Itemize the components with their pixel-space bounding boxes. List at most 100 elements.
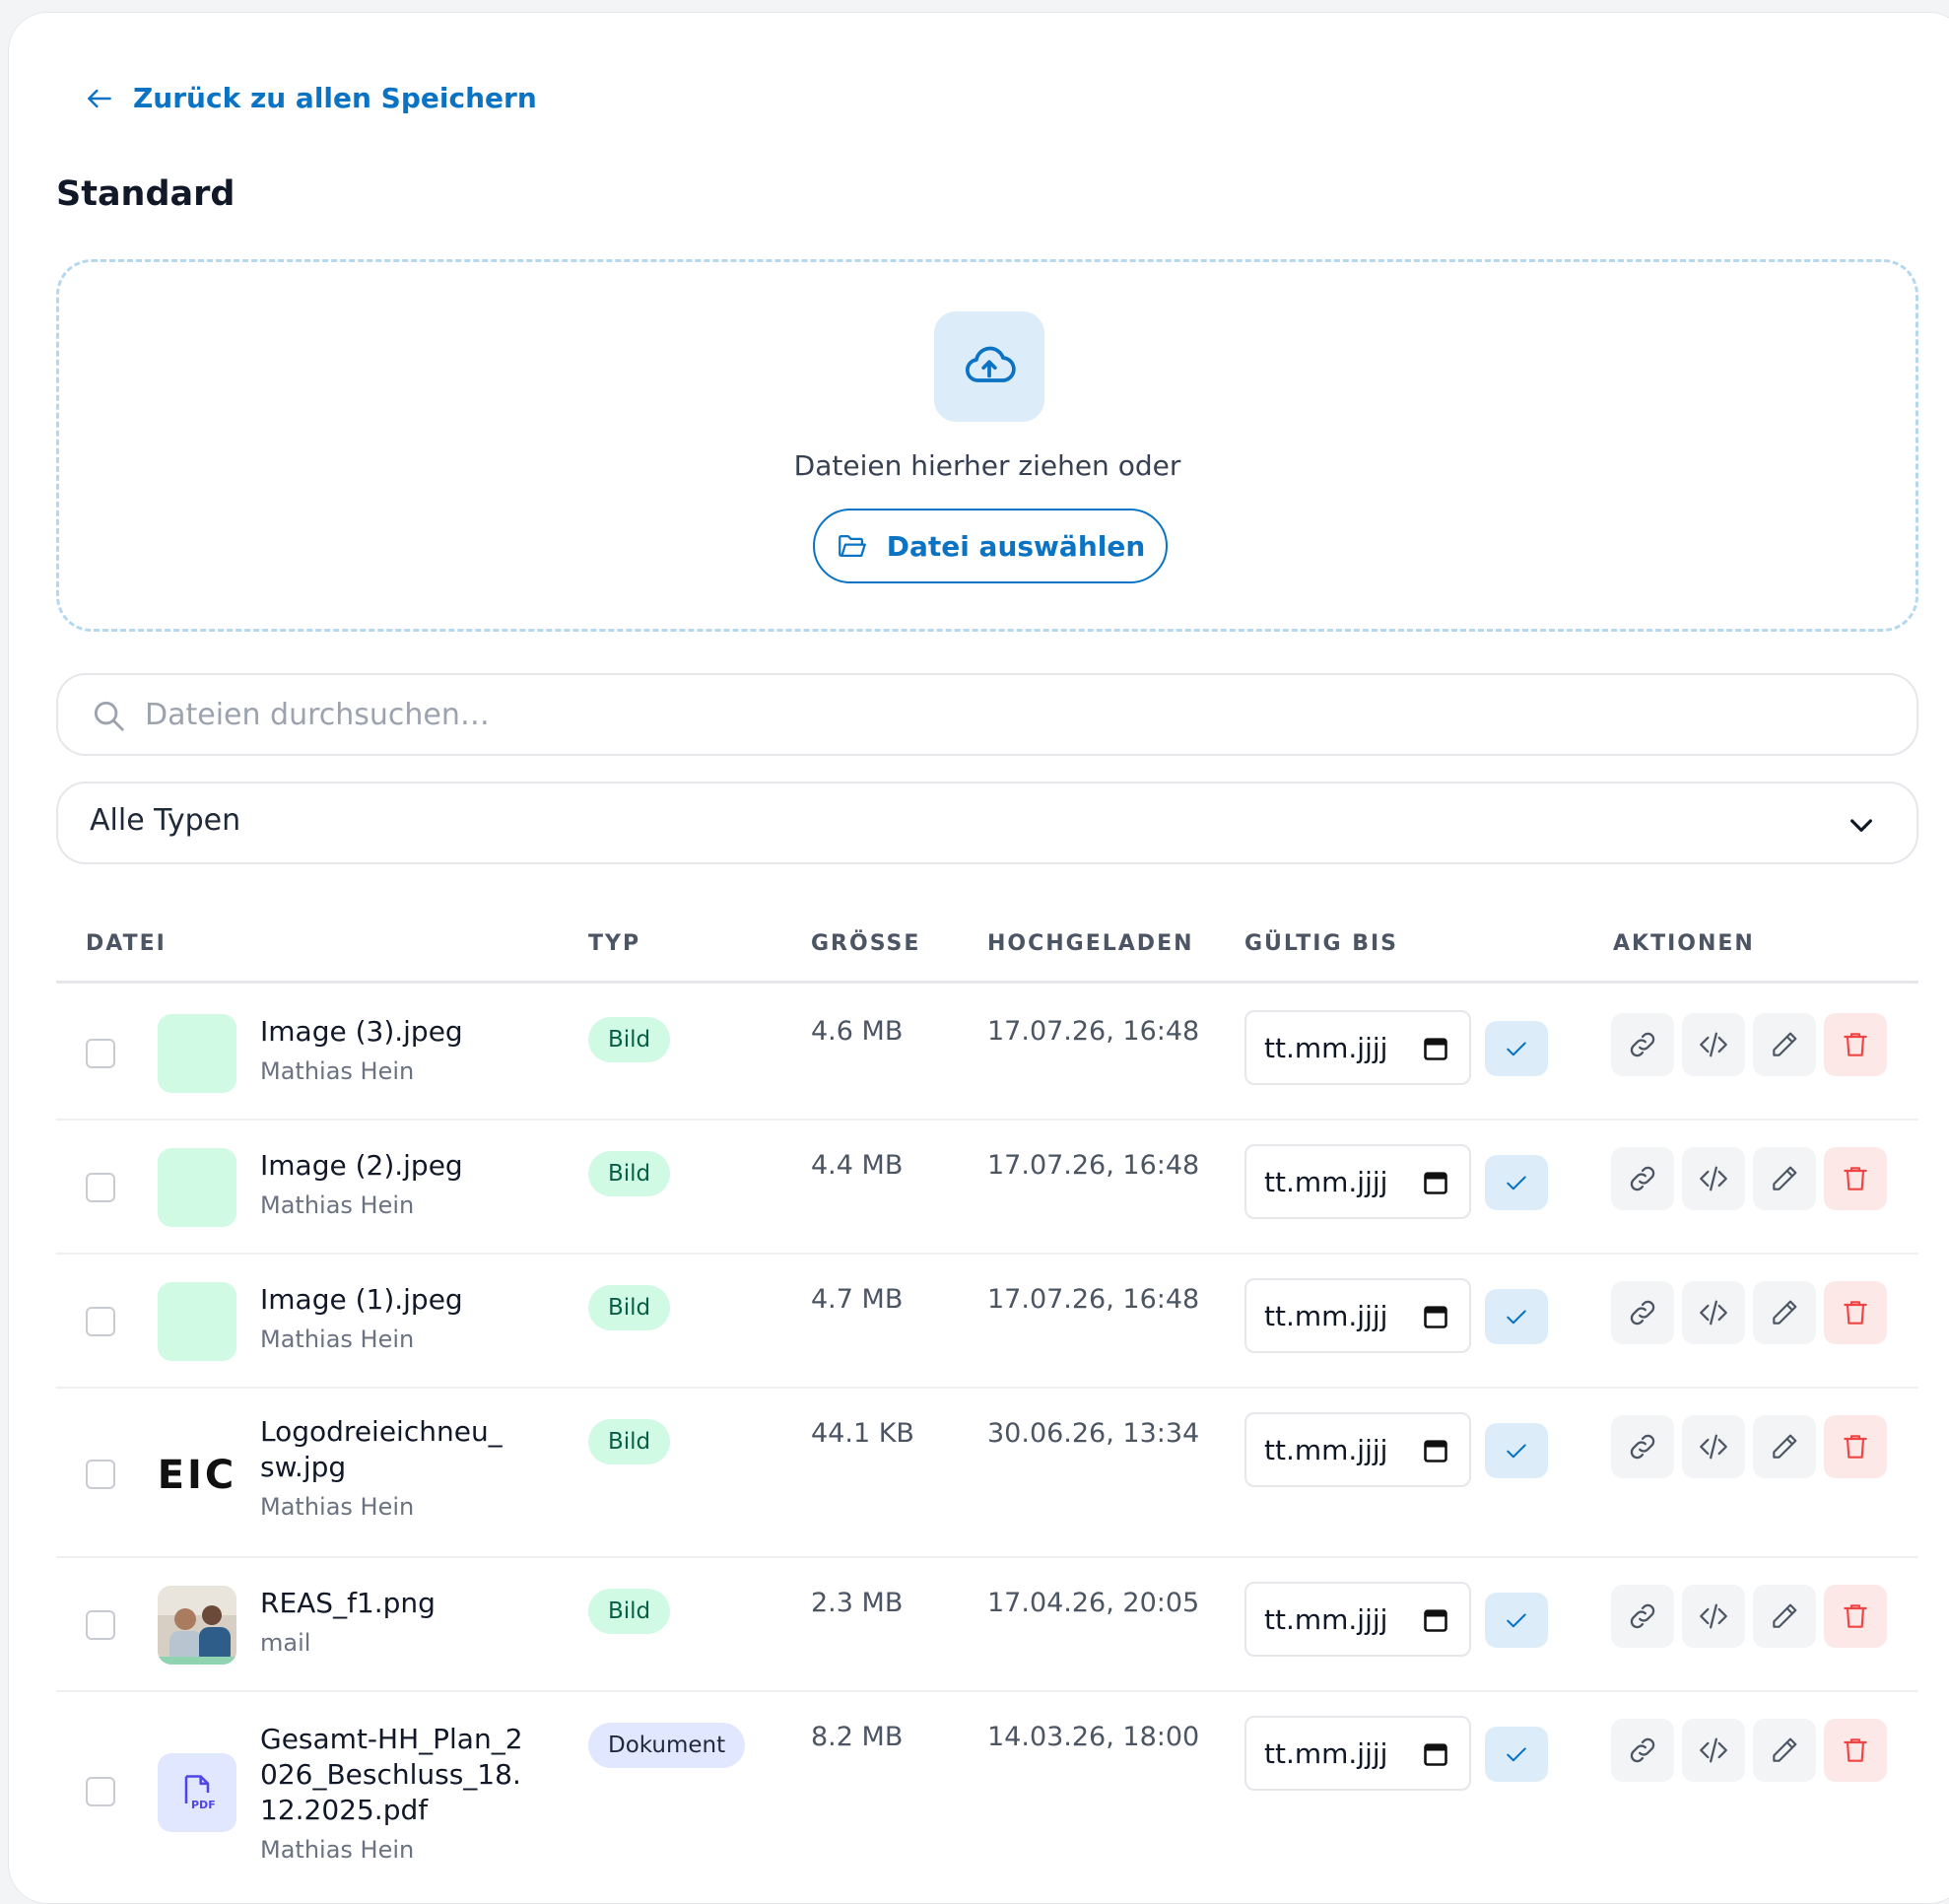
table-row: PDF Gesamt-HH_Plan_2026_Beschluss_18.12.… bbox=[56, 1692, 1918, 1899]
storage-card: Zurück zu allen Speichern Standard Datei… bbox=[8, 12, 1949, 1904]
calendar-icon[interactable] bbox=[1422, 1739, 1449, 1769]
date-input-placeholder: tt.mm.jjjj bbox=[1264, 1736, 1388, 1770]
row-checkbox[interactable] bbox=[86, 1039, 115, 1068]
choose-file-label: Datei auswählen bbox=[886, 529, 1146, 563]
pencil-icon bbox=[1773, 1434, 1797, 1459]
column-header-size[interactable]: GRÖSSE bbox=[811, 931, 920, 956]
row-checkbox[interactable] bbox=[86, 1777, 115, 1806]
edit-button[interactable] bbox=[1753, 1719, 1816, 1782]
embed-code-button[interactable] bbox=[1682, 1585, 1745, 1648]
valid-until-date-input[interactable]: tt.mm.jjjj bbox=[1244, 1582, 1471, 1657]
search-input[interactable] bbox=[145, 689, 1879, 740]
copy-link-button[interactable] bbox=[1611, 1147, 1674, 1210]
code-icon bbox=[1700, 1166, 1727, 1191]
delete-button[interactable] bbox=[1824, 1147, 1887, 1210]
edit-button[interactable] bbox=[1753, 1281, 1816, 1344]
file-thumbnail: EIC bbox=[158, 1436, 236, 1515]
confirm-date-button[interactable] bbox=[1485, 1423, 1548, 1478]
copy-link-button[interactable] bbox=[1611, 1013, 1674, 1076]
embed-code-button[interactable] bbox=[1682, 1415, 1745, 1478]
copy-link-button[interactable] bbox=[1611, 1415, 1674, 1478]
calendar-icon[interactable] bbox=[1422, 1605, 1449, 1635]
date-input-placeholder: tt.mm.jjjj bbox=[1264, 1433, 1388, 1466]
chevron-down-icon bbox=[1850, 819, 1872, 832]
file-name[interactable]: REAS_f1.png bbox=[260, 1586, 526, 1621]
confirm-date-button[interactable] bbox=[1485, 1593, 1548, 1648]
type-badge: Bild bbox=[588, 1285, 671, 1330]
edit-button[interactable] bbox=[1753, 1585, 1816, 1648]
row-checkbox[interactable] bbox=[86, 1460, 115, 1489]
link-icon bbox=[1630, 1032, 1655, 1057]
confirm-date-button[interactable] bbox=[1485, 1289, 1548, 1344]
file-name[interactable]: Gesamt-HH_Plan_2026_Beschluss_18.12.2025… bbox=[260, 1722, 526, 1828]
column-header-valid-until[interactable]: GÜLTIG BIS bbox=[1244, 931, 1398, 956]
file-owner: mail bbox=[260, 1629, 311, 1657]
row-checkbox[interactable] bbox=[86, 1610, 115, 1640]
confirm-date-button[interactable] bbox=[1485, 1021, 1548, 1076]
valid-until-date-input[interactable]: tt.mm.jjjj bbox=[1244, 1010, 1471, 1085]
valid-until-date-input[interactable]: tt.mm.jjjj bbox=[1244, 1144, 1471, 1219]
type-filter-value: Alle Typen bbox=[90, 803, 241, 838]
confirm-date-button[interactable] bbox=[1485, 1155, 1548, 1210]
file-name[interactable]: Image (3).jpeg bbox=[260, 1014, 526, 1050]
valid-until-date-input[interactable]: tt.mm.jjjj bbox=[1244, 1278, 1471, 1353]
file-size: 8.2 MB bbox=[811, 1722, 904, 1752]
embed-code-button[interactable] bbox=[1682, 1719, 1745, 1782]
file-name[interactable]: Logodreieichneu_sw.jpg bbox=[260, 1414, 516, 1485]
copy-link-button[interactable] bbox=[1611, 1281, 1674, 1344]
calendar-icon[interactable] bbox=[1422, 1302, 1449, 1331]
pencil-icon bbox=[1773, 1603, 1797, 1628]
back-link-label: Zurück zu allen Speichern bbox=[133, 82, 537, 114]
column-header-type[interactable]: TYP bbox=[588, 931, 640, 956]
code-icon bbox=[1700, 1434, 1727, 1460]
valid-until-date-input[interactable]: tt.mm.jjjj bbox=[1244, 1716, 1471, 1791]
row-checkbox[interactable] bbox=[86, 1173, 115, 1202]
table-header: DATEI TYP GRÖSSE HOCHGELADEN GÜLTIG BIS … bbox=[56, 910, 1918, 984]
edit-button[interactable] bbox=[1753, 1013, 1816, 1076]
pencil-icon bbox=[1773, 1032, 1797, 1056]
row-checkbox[interactable] bbox=[86, 1307, 115, 1336]
table-row: EIC Logodreieichneu_sw.jpg Mathias Hein … bbox=[56, 1389, 1918, 1558]
trash-icon bbox=[1844, 1604, 1867, 1628]
calendar-icon[interactable] bbox=[1422, 1034, 1449, 1063]
copy-link-button[interactable] bbox=[1611, 1585, 1674, 1648]
file-size: 4.6 MB bbox=[811, 1016, 904, 1047]
copy-link-button[interactable] bbox=[1611, 1719, 1674, 1782]
date-input-placeholder: tt.mm.jjjj bbox=[1264, 1299, 1388, 1332]
delete-button[interactable] bbox=[1824, 1585, 1887, 1648]
code-icon bbox=[1700, 1032, 1727, 1057]
edit-button[interactable] bbox=[1753, 1147, 1816, 1210]
edit-button[interactable] bbox=[1753, 1415, 1816, 1478]
check-icon bbox=[1507, 1310, 1526, 1325]
type-filter-select[interactable]: Alle Typen bbox=[56, 782, 1918, 864]
file-dropzone[interactable]: Dateien hierher ziehen oder Datei auswäh… bbox=[56, 259, 1918, 632]
back-to-storages-link[interactable]: Zurück zu allen Speichern bbox=[84, 82, 537, 114]
choose-file-button[interactable]: Datei auswählen bbox=[813, 509, 1168, 583]
embed-code-button[interactable] bbox=[1682, 1281, 1745, 1344]
file-name[interactable]: Image (1).jpeg bbox=[260, 1282, 526, 1318]
upload-date: 17.07.26, 16:48 bbox=[987, 1284, 1200, 1315]
page-title: Standard bbox=[56, 174, 235, 214]
file-size: 2.3 MB bbox=[811, 1588, 904, 1618]
confirm-date-button[interactable] bbox=[1485, 1727, 1548, 1782]
calendar-icon[interactable] bbox=[1422, 1168, 1449, 1197]
table-row: Image (1).jpeg Mathias Hein Bild 4.7 MB … bbox=[56, 1255, 1918, 1389]
calendar-icon[interactable] bbox=[1422, 1436, 1449, 1465]
check-icon bbox=[1507, 1176, 1526, 1190]
delete-button[interactable] bbox=[1824, 1013, 1887, 1076]
column-header-file[interactable]: DATEI bbox=[86, 931, 167, 956]
column-header-uploaded[interactable]: HOCHGELADEN bbox=[987, 931, 1194, 956]
file-name[interactable]: Image (2).jpeg bbox=[260, 1148, 526, 1184]
type-badge: Bild bbox=[588, 1151, 671, 1196]
search-field[interactable] bbox=[56, 673, 1918, 756]
search-icon bbox=[94, 701, 124, 731]
delete-button[interactable] bbox=[1824, 1415, 1887, 1478]
delete-button[interactable] bbox=[1824, 1719, 1887, 1782]
date-input-placeholder: tt.mm.jjjj bbox=[1264, 1602, 1388, 1636]
valid-until-date-input[interactable]: tt.mm.jjjj bbox=[1244, 1412, 1471, 1487]
embed-code-button[interactable] bbox=[1682, 1147, 1745, 1210]
file-owner: Mathias Hein bbox=[260, 1326, 415, 1353]
embed-code-button[interactable] bbox=[1682, 1013, 1745, 1076]
delete-button[interactable] bbox=[1824, 1281, 1887, 1344]
code-icon bbox=[1700, 1300, 1727, 1326]
